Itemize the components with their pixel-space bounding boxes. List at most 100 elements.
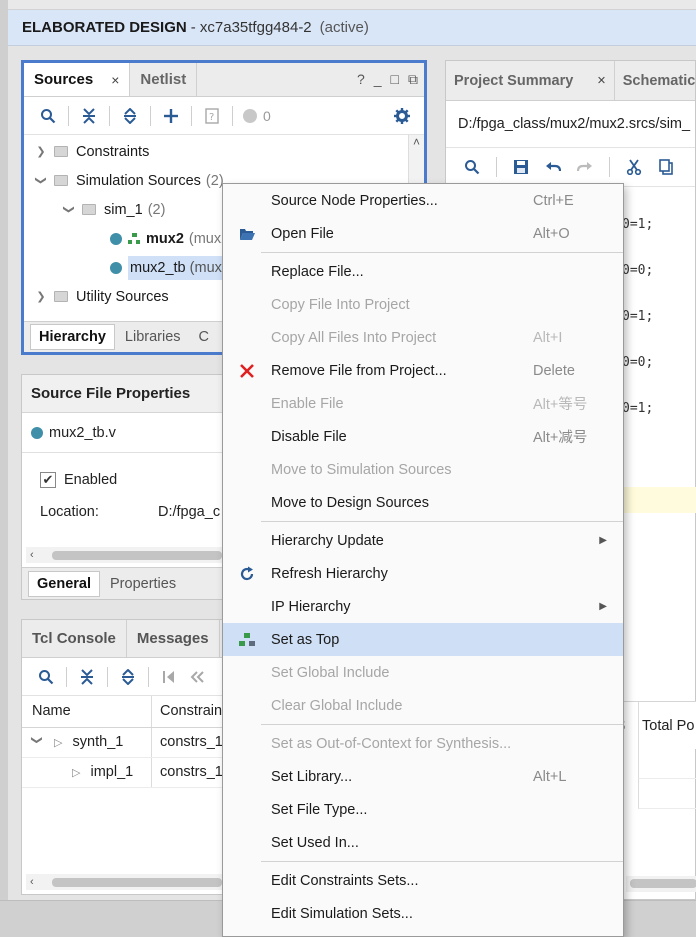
- collapse-all-icon[interactable]: [73, 664, 101, 690]
- menu-item-set-as-top[interactable]: Set as Top: [223, 623, 623, 656]
- table-row[interactable]: ❯ ▷ synth_1 constrs_1: [22, 728, 226, 758]
- tab-general[interactable]: General: [28, 570, 100, 597]
- search-icon[interactable]: [34, 103, 62, 129]
- menu-item-set-library[interactable]: Set Library... Alt+L: [223, 760, 623, 793]
- chevron-down-icon[interactable]: ❯: [35, 174, 48, 188]
- tree-item-label: mux2: [146, 230, 184, 247]
- add-sources-icon[interactable]: [157, 103, 185, 129]
- panel-title: Source File Properties: [22, 375, 226, 413]
- properties-body: ✔ Enabled Location: D:/fpga_c: [22, 453, 226, 527]
- menu-item-ip-hierarchy[interactable]: IP Hierarchy ▶: [223, 590, 623, 623]
- search-icon[interactable]: [32, 664, 60, 690]
- float-icon[interactable]: ⧉: [408, 71, 418, 88]
- expand-all-icon[interactable]: [116, 103, 144, 129]
- enabled-checkbox[interactable]: ✔: [40, 472, 56, 488]
- column-total-power[interactable]: Total Po: [642, 718, 694, 734]
- scrollbar-thumb[interactable]: [51, 550, 222, 560]
- scrollbar-thumb[interactable]: [51, 877, 222, 887]
- sources-tab-strip: Sources × Netlist ? _ □ ⧉: [24, 63, 424, 97]
- expand-all-icon[interactable]: [114, 664, 142, 690]
- table-cell: [638, 779, 696, 809]
- menu-item-open-file[interactable]: Open File Alt+O: [223, 217, 623, 250]
- tab-project-summary[interactable]: Project Summary ×: [446, 61, 615, 100]
- run-constraints: constrs_1: [160, 764, 223, 780]
- tab-messages[interactable]: Messages: [127, 620, 220, 657]
- menu-item-move-to-design-sources[interactable]: Move to Design Sources: [223, 486, 623, 519]
- tab-tcl-console[interactable]: Tcl Console: [22, 620, 127, 657]
- editor-tab-strip: Project Summary × Schematic: [446, 61, 695, 101]
- column-constraints[interactable]: Constrain: [152, 696, 222, 727]
- enabled-checkbox-row[interactable]: ✔ Enabled: [40, 463, 226, 497]
- chevron-down-icon[interactable]: ❯: [63, 203, 76, 217]
- menu-item-label: Replace File...: [271, 263, 364, 280]
- menu-item-refresh-hierarchy[interactable]: Refresh Hierarchy: [223, 557, 623, 590]
- tab-compile-order[interactable]: C: [191, 325, 217, 349]
- maximize-icon[interactable]: □: [391, 71, 399, 88]
- undo-icon[interactable]: [539, 154, 567, 180]
- properties-hscrollbar[interactable]: ‹: [26, 547, 222, 563]
- tab-sources[interactable]: Sources ×: [24, 63, 131, 96]
- editor-hscrollbar[interactable]: [626, 876, 696, 892]
- window-top-strip: [8, 0, 696, 10]
- tab-properties[interactable]: Properties: [102, 572, 184, 596]
- chevron-right-icon[interactable]: ❯: [34, 145, 48, 158]
- tree-item-constraints[interactable]: ❯ Constraints: [24, 137, 424, 166]
- tree-item-name: mux2_tb: [130, 259, 186, 276]
- close-icon[interactable]: ×: [111, 72, 119, 88]
- toolbar-separator: [150, 105, 151, 126]
- table-row[interactable]: ▷ impl_1 constrs_1: [22, 758, 226, 788]
- run-name: synth_1: [72, 734, 124, 750]
- save-icon[interactable]: [507, 154, 535, 180]
- tree-item-label: Constraints: [76, 143, 150, 160]
- selected-file: mux2_tb.v: [22, 413, 226, 453]
- redo-icon[interactable]: [571, 154, 599, 180]
- tree-item-label: Utility Sources: [76, 288, 169, 305]
- menu-item-remove-file-from-project[interactable]: Remove File from Project... Delete: [223, 354, 623, 387]
- help-icon[interactable]: ?: [357, 71, 365, 88]
- menu-item-set-file-type[interactable]: Set File Type...: [223, 793, 623, 826]
- tab-netlist-label: Netlist: [140, 71, 187, 88]
- top-module-icon: [128, 232, 140, 245]
- tab-schematic[interactable]: Schematic: [615, 61, 696, 100]
- menu-item-label: Remove File from Project...: [271, 362, 447, 379]
- tab-label: Schematic: [622, 72, 696, 89]
- runs-hscrollbar[interactable]: ‹: [26, 874, 222, 890]
- scrollbar-thumb[interactable]: [630, 879, 696, 888]
- chevron-right-icon[interactable]: ❯: [34, 290, 48, 303]
- folder-icon: [54, 291, 68, 302]
- minimize-icon[interactable]: _: [374, 71, 382, 88]
- folder-icon: [54, 146, 68, 157]
- menu-item-shortcut: Alt+减号: [533, 430, 588, 446]
- context-menu: Source Node Properties... Ctrl+E Open File…: [222, 183, 624, 937]
- tab-hierarchy[interactable]: Hierarchy: [30, 324, 115, 350]
- previous-page-icon[interactable]: [183, 664, 211, 690]
- tab-netlist[interactable]: Netlist: [130, 63, 198, 96]
- scroll-left-icon[interactable]: ‹: [30, 876, 34, 888]
- collapse-all-icon[interactable]: [75, 103, 103, 129]
- menu-item-replace-file[interactable]: Replace File...: [223, 255, 623, 288]
- runs-table-rows-right: [638, 749, 696, 809]
- menu-item-disable-file[interactable]: Disable File Alt+减号: [223, 420, 623, 453]
- chevron-down-icon[interactable]: ❯: [31, 736, 44, 750]
- close-icon[interactable]: ×: [597, 73, 605, 89]
- menu-item-edit-constraints-sets[interactable]: Edit Constraints Sets...: [223, 864, 623, 897]
- menu-item-shortcut: Ctrl+E: [533, 192, 574, 209]
- menu-item-clear-global-include: Clear Global Include: [223, 689, 623, 722]
- first-page-icon[interactable]: [155, 664, 183, 690]
- source-properties-icon[interactable]: ?: [198, 103, 226, 129]
- menu-item-enable-file: Enable File Alt+等号: [223, 387, 623, 420]
- scroll-left-icon[interactable]: ‹: [30, 549, 34, 561]
- gear-icon[interactable]: [388, 103, 416, 129]
- cut-icon[interactable]: [620, 154, 648, 180]
- menu-item-hierarchy-update[interactable]: Hierarchy Update ▶: [223, 524, 623, 557]
- tab-libraries[interactable]: Libraries: [117, 325, 189, 349]
- verilog-file-icon: [31, 426, 43, 439]
- menu-item-set-used-in[interactable]: Set Used In...: [223, 826, 623, 859]
- column-name[interactable]: Name: [22, 696, 152, 727]
- copy-icon[interactable]: [652, 154, 680, 180]
- tree-item-detail: (mux: [189, 259, 222, 276]
- search-icon[interactable]: [458, 154, 486, 180]
- menu-item-source-node-properties[interactable]: Source Node Properties... Ctrl+E: [223, 184, 623, 217]
- menu-item-edit-simulation-sets[interactable]: Edit Simulation Sets...: [223, 897, 623, 930]
- scroll-up-icon[interactable]: ˄: [409, 135, 424, 149]
